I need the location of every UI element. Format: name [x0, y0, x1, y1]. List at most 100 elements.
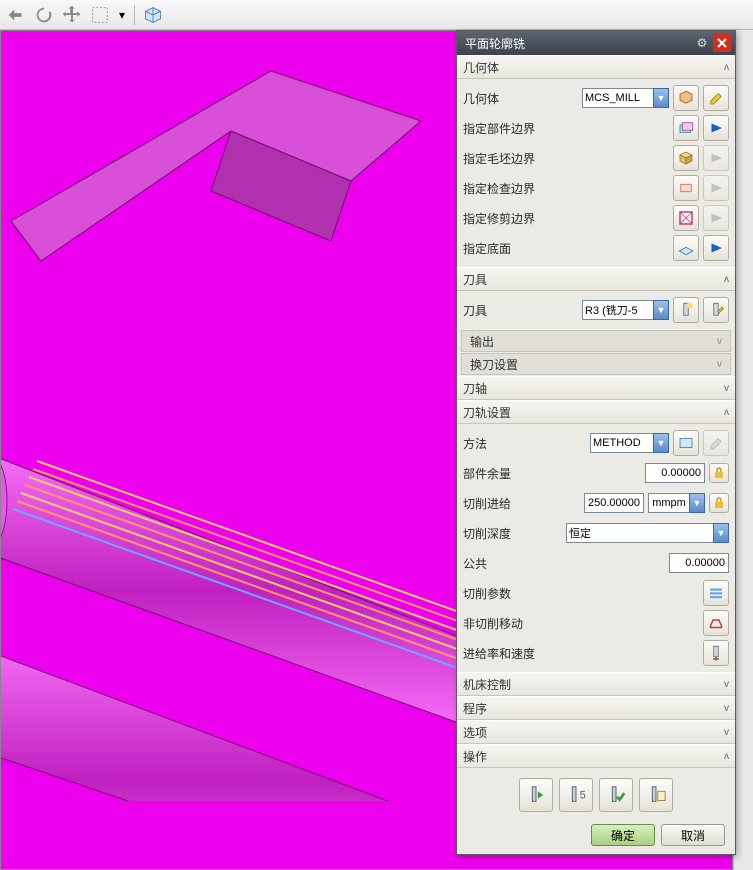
section-program-title: 程序 [463, 700, 724, 717]
chevron-down-icon: v [717, 359, 722, 370]
list-path-button[interactable] [639, 778, 673, 812]
feed-speed-button[interactable] [703, 640, 729, 666]
subsection-output-header[interactable]: 输出 v [461, 330, 731, 352]
right-dock-strip [733, 30, 753, 870]
chevron-up-icon: ʌ [724, 751, 729, 762]
chevron-up-icon: ʌ [724, 407, 729, 418]
part-stock-input[interactable] [645, 463, 705, 483]
method-view-button[interactable] [673, 430, 699, 456]
dialog-title: 平面轮廓铣 [461, 35, 691, 52]
cut-params-button[interactable] [703, 580, 729, 606]
cut-depth-select[interactable] [566, 523, 714, 543]
floor-label: 指定底面 [463, 240, 669, 257]
check-boundary-label: 指定检查边界 [463, 180, 669, 197]
dropdown-arrow-icon[interactable]: ▼ [713, 523, 729, 543]
dialog-close-icon[interactable] [713, 34, 731, 52]
trim-boundary-select-button[interactable] [673, 205, 699, 231]
cancel-button[interactable]: 取消 [661, 824, 725, 846]
method-select[interactable] [590, 433, 654, 453]
select-rect-button[interactable] [88, 3, 112, 27]
dialog-settings-icon[interactable]: ⚙ [693, 34, 711, 52]
trim-boundary-label: 指定修剪边界 [463, 210, 669, 227]
geometry-body-select[interactable] [582, 88, 654, 108]
section-options-header[interactable]: 选项 v [457, 720, 735, 744]
svg-text:5: 5 [580, 790, 586, 802]
chevron-down-icon: v [724, 703, 729, 714]
blank-boundary-select-button[interactable] [673, 145, 699, 171]
section-axis-title: 刀轴 [463, 380, 724, 397]
view-cube-button[interactable] [141, 3, 165, 27]
part-boundary-label: 指定部件边界 [463, 120, 669, 137]
dialog-titlebar[interactable]: 平面轮廓铣 ⚙ [457, 31, 735, 55]
replay-path-button[interactable]: 5 [559, 778, 593, 812]
rotate-button[interactable] [32, 3, 56, 27]
chevron-down-icon: v [717, 336, 722, 347]
noncut-move-button[interactable] [703, 610, 729, 636]
tool-edit-button[interactable] [703, 297, 729, 323]
cut-depth-label: 切削深度 [463, 525, 562, 542]
top-toolbar: ▾ [0, 0, 753, 30]
cut-feed-unit-select[interactable] [648, 493, 690, 513]
subsection-change-tool-header[interactable]: 换刀设置 v [461, 353, 731, 375]
tool-new-button[interactable] [673, 297, 699, 323]
dialog-footer: 确定 取消 [457, 818, 735, 854]
check-boundary-display-button[interactable] [703, 175, 729, 201]
section-machine-control-header[interactable]: 机床控制 v [457, 672, 735, 696]
subsection-change-tool-title: 换刀设置 [470, 356, 717, 373]
cut-params-label: 切削参数 [463, 585, 699, 602]
feed-speed-label: 进给率和速度 [463, 645, 699, 662]
tool-label: 刀具 [463, 302, 578, 319]
check-boundary-select-button[interactable] [673, 175, 699, 201]
noncut-move-label: 非切削移动 [463, 615, 699, 632]
chevron-down-icon: v [724, 383, 729, 394]
section-path-title: 刀轨设置 [463, 404, 724, 421]
geometry-view-button[interactable] [673, 85, 699, 111]
section-program-header[interactable]: 程序 v [457, 696, 735, 720]
dropdown-arrow-icon[interactable]: ▼ [653, 88, 669, 108]
part-boundary-display-button[interactable] [703, 115, 729, 141]
section-axis-header[interactable]: 刀轴 v [457, 376, 735, 400]
chevron-down-icon: v [724, 679, 729, 690]
cut-feed-lock-icon[interactable] [709, 493, 729, 513]
floor-display-button[interactable] [703, 235, 729, 261]
blank-boundary-label: 指定毛坯边界 [463, 150, 669, 167]
ok-button[interactable]: 确定 [591, 824, 655, 846]
section-geometry-header[interactable]: 几何体 ʌ [457, 55, 735, 79]
subsection-output-title: 输出 [470, 333, 717, 350]
section-operate-title: 操作 [463, 748, 724, 765]
chevron-up-icon: ʌ [724, 274, 729, 285]
geometry-edit-button[interactable] [703, 85, 729, 111]
chevron-up-icon: ʌ [724, 62, 729, 73]
section-path-header[interactable]: 刀轨设置 ʌ [457, 400, 735, 424]
part-stock-lock-icon[interactable] [709, 463, 729, 483]
section-path-body: 方法 ▼ 部件余量 切削进给 ▼ 切削深度 ▼ 公共 切削参数 [457, 424, 735, 672]
part-boundary-select-button[interactable] [673, 115, 699, 141]
trim-boundary-display-button[interactable] [703, 205, 729, 231]
cut-feed-label: 切削进给 [463, 495, 580, 512]
dropdown-arrow-icon[interactable]: ▼ [689, 493, 705, 513]
generate-path-button[interactable] [519, 778, 553, 812]
dropdown-arrow-icon[interactable]: ▼ [653, 300, 669, 320]
dropdown-arrow-icon[interactable]: ▼ [653, 433, 669, 453]
floor-select-button[interactable] [673, 235, 699, 261]
common-label: 公共 [463, 555, 665, 572]
section-tool-header[interactable]: 刀具 ʌ [457, 267, 735, 291]
section-geometry-body: 几何体 ▼ 指定部件边界 指定毛坯边界 指定检查边界 指定修剪边界 指定底面 [457, 79, 735, 267]
section-operate-header[interactable]: 操作 ʌ [457, 744, 735, 768]
cut-feed-input[interactable] [584, 493, 644, 513]
section-options-title: 选项 [463, 724, 724, 741]
tool-select[interactable] [582, 300, 654, 320]
undo-button[interactable] [4, 3, 28, 27]
common-input[interactable] [669, 553, 729, 573]
toolbar-dropdown-icon[interactable]: ▾ [116, 3, 128, 27]
blank-boundary-display-button[interactable] [703, 145, 729, 171]
pan-button[interactable] [60, 3, 84, 27]
toolbar-separator [134, 5, 135, 25]
section-geometry-title: 几何体 [463, 59, 724, 76]
operate-action-row: 5 [457, 768, 735, 818]
method-edit-button[interactable] [703, 430, 729, 456]
verify-path-button[interactable] [599, 778, 633, 812]
geometry-body-label: 几何体 [463, 90, 578, 107]
chevron-down-icon: v [724, 727, 729, 738]
method-label: 方法 [463, 435, 586, 452]
